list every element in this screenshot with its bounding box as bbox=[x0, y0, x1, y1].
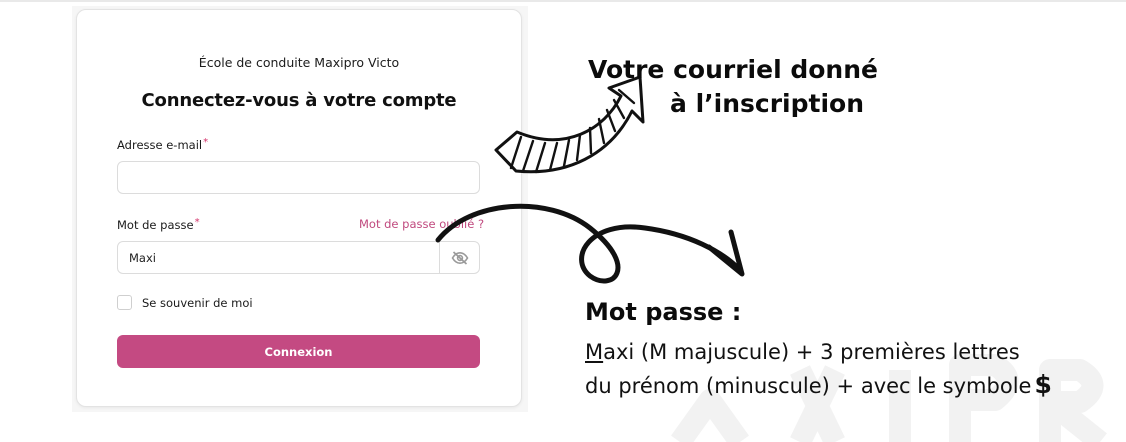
password-annotation-line2: du prénom (minuscule) + avec le symbole $ bbox=[585, 370, 1052, 399]
password-annotation-title: Mot passe : bbox=[585, 298, 742, 326]
password-rule-line1-rest: axi (M majuscule) + 3 premières lettres bbox=[603, 340, 1020, 364]
password-rule-line2: du prénom (minuscule) + avec le symbole bbox=[585, 374, 1032, 398]
email-annotation-line2: à l’inscription bbox=[670, 89, 864, 118]
email-annotation: Votre courriel donné à l’inscription bbox=[588, 53, 878, 121]
password-rule-first-letter: M bbox=[585, 340, 604, 364]
email-annotation-line1: Votre courriel donné bbox=[588, 55, 878, 84]
password-annotation-line1: Maxi (M majuscule) + 3 premières lettres bbox=[585, 340, 1020, 364]
curly-arrow-icon bbox=[435, 203, 745, 284]
dollar-symbol: $ bbox=[1034, 370, 1052, 399]
